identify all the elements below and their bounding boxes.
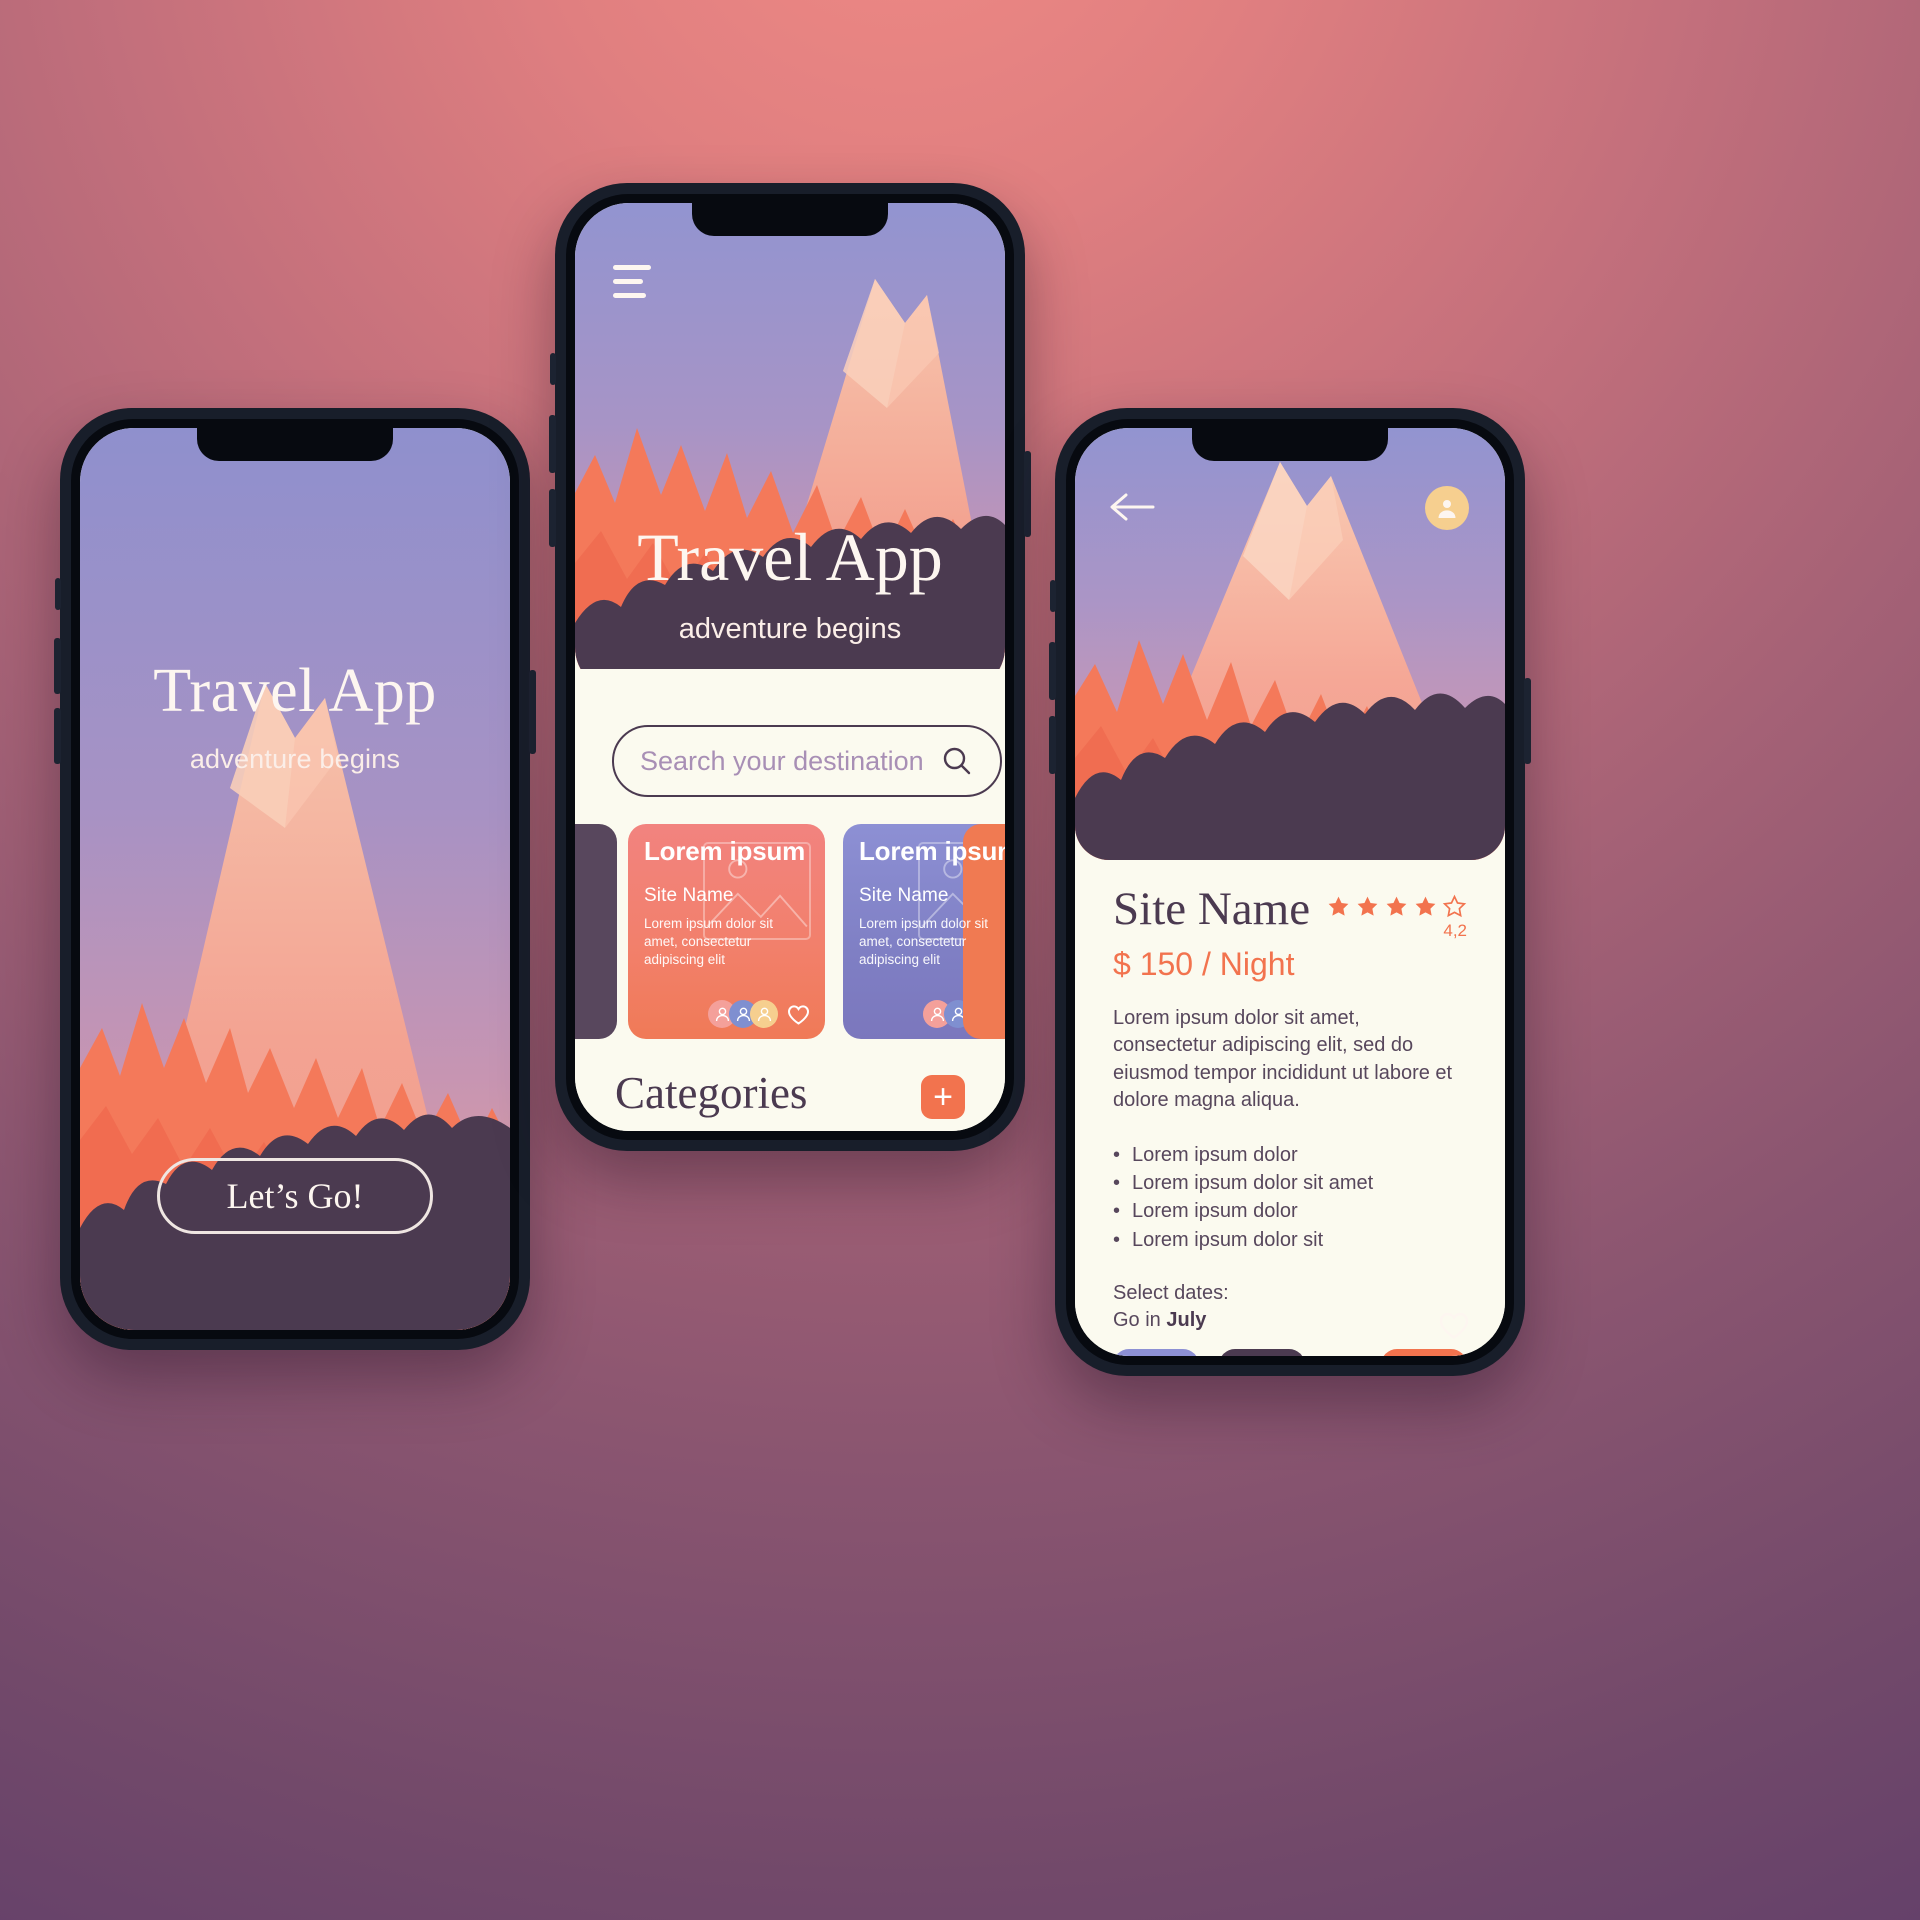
go-in-month: July	[1166, 1308, 1207, 1331]
star-filled-icon	[1357, 896, 1378, 916]
card-lorem-title: Lorem ipsum	[859, 836, 1005, 866]
carousel-dot[interactable]	[1322, 1329, 1330, 1336]
carousel-dot-active[interactable]	[1232, 1329, 1240, 1336]
mockup-canvas: Travel App adventure begins Let’s Go! Tr…	[0, 0, 1920, 1920]
destination-card-carousel[interactable]: Lorem ipsum Site Name Lorem ipsum dolor …	[575, 824, 1005, 1039]
heart-icon[interactable]	[786, 1002, 811, 1027]
lets-go-button[interactable]: Let’s Go!	[157, 1158, 433, 1234]
rating-value: 4,2	[1443, 921, 1467, 940]
list-item: Lorem ipsum dolor sit amet	[1113, 1169, 1467, 1198]
date-selector-row: July 12 July 23	[1113, 1348, 1467, 1356]
rating-block: 4,2	[1326, 886, 1467, 941]
carousel-dots[interactable]	[1232, 1329, 1348, 1336]
carousel-dot[interactable]	[1268, 1329, 1276, 1336]
card-description: Lorem ipsum dolor sit amet, consectetur …	[644, 916, 774, 967]
card-footer	[628, 1000, 811, 1028]
profile-avatar[interactable]	[1425, 486, 1469, 530]
date-start-picker[interactable]: July 12	[1113, 1348, 1199, 1356]
phone2-volume-down-button[interactable]	[549, 489, 556, 547]
phone1-volume-up-button[interactable]	[54, 638, 61, 694]
phone1-notch	[197, 428, 393, 461]
feature-list: Lorem ipsum dolor Lorem ipsum dolor sit …	[1113, 1141, 1467, 1255]
user-icon[interactable]	[1381, 1348, 1467, 1356]
card-lorem-title: Lorem ipsum	[644, 836, 806, 866]
calendar-icon[interactable]	[1219, 1348, 1305, 1356]
date-end-picker[interactable]: July 23	[1219, 1348, 1305, 1356]
go-in-prefix: Go in	[1113, 1308, 1167, 1331]
star-filled-icon	[1386, 896, 1407, 916]
phone3-volume-up-button[interactable]	[1049, 642, 1056, 700]
heart-icon[interactable]	[1437, 1308, 1471, 1342]
hamburger-bar-1	[613, 265, 651, 270]
hamburger-bar-2	[613, 279, 643, 284]
calendar-icon[interactable]	[1113, 1348, 1199, 1356]
detail-title-row: Site Name 4,2	[1113, 886, 1467, 941]
select-dates-label: Select dates:	[1113, 1282, 1229, 1305]
phone2-mute-button[interactable]	[550, 353, 556, 385]
star-rating	[1326, 894, 1467, 919]
phone-home-screen: Travel App adventure begins Search your …	[549, 183, 1031, 1151]
star-filled-icon	[1328, 896, 1349, 916]
star-filled-icon	[1415, 896, 1436, 916]
list-item: Lorem ipsum dolor sit	[1113, 1226, 1467, 1255]
detail-description: Lorem ipsum dolor sit amet, consectetur …	[1113, 1007, 1453, 1112]
search-input[interactable]: Search your destination	[612, 725, 1002, 797]
home-content: Search your destination Lorem ipsum Site…	[575, 669, 1005, 1131]
phone-detail-screen: Site Name 4,2 $ 150 / Night Lorem ipsum …	[1049, 408, 1531, 1376]
home-tagline: adventure begins	[678, 613, 902, 645]
plus-icon[interactable]: +	[921, 1075, 965, 1119]
phone1-power-button[interactable]	[529, 670, 536, 754]
card-peek-left[interactable]	[575, 824, 617, 1039]
detail-content: Site Name 4,2 $ 150 / Night Lorem ipsum …	[1075, 860, 1505, 1356]
home-screen: Travel App adventure begins Search your …	[575, 203, 1005, 1131]
phone3-power-button[interactable]	[1524, 678, 1531, 764]
hamburger-icon[interactable]	[613, 265, 651, 298]
site-name-title: Site Name	[1113, 883, 1311, 935]
card-site-name: Site Name	[644, 885, 734, 907]
card-avatar-group	[708, 1000, 778, 1028]
price-label: $ 150 / Night	[1113, 946, 1295, 982]
guests-picker[interactable]: 2 adults	[1381, 1348, 1467, 1356]
phone3-volume-down-button[interactable]	[1049, 716, 1056, 774]
home-title: Travel App	[637, 519, 943, 595]
welcome-screen: Travel App adventure begins Let’s Go!	[80, 428, 510, 1330]
phone3-notch	[1192, 428, 1388, 461]
list-item: Lorem ipsum dolor	[1113, 1141, 1467, 1170]
card-description: Lorem ipsum dolor sit amet, consectetur …	[859, 916, 989, 967]
card-site-name: Site Name	[859, 885, 949, 907]
carousel-dot[interactable]	[1340, 1329, 1348, 1336]
hamburger-bar-3	[613, 293, 647, 298]
phone3-mute-button[interactable]	[1050, 580, 1056, 612]
user-icon	[1438, 500, 1456, 518]
list-item: Lorem ipsum dolor	[1113, 1197, 1467, 1226]
phone2-notch	[692, 203, 888, 236]
carousel-dot[interactable]	[1304, 1329, 1312, 1336]
welcome-title: Travel App	[153, 657, 437, 725]
carousel-dot[interactable]	[1286, 1329, 1294, 1336]
destination-card[interactable]: Lorem ipsum Site Name Lorem ipsum dolor …	[628, 824, 825, 1039]
phone-welcome-screen: Travel App adventure begins Let’s Go!	[54, 408, 536, 1350]
search-placeholder: Search your destination	[640, 745, 924, 776]
detail-screen: Site Name 4,2 $ 150 / Night Lorem ipsum …	[1075, 428, 1505, 1356]
phone1-mute-button[interactable]	[55, 578, 61, 610]
back-arrow-icon[interactable]	[1109, 492, 1155, 522]
carousel-dot[interactable]	[1250, 1329, 1258, 1336]
phone2-volume-up-button[interactable]	[549, 415, 556, 473]
phone2-power-button[interactable]	[1024, 451, 1031, 537]
categories-heading: Categories	[615, 1068, 808, 1118]
search-icon[interactable]	[940, 744, 974, 778]
star-outline-icon	[1442, 894, 1467, 918]
avatar	[750, 1000, 778, 1028]
select-dates-block: Select dates: Go in July	[1113, 1280, 1467, 1333]
phone1-volume-down-button[interactable]	[54, 708, 61, 764]
welcome-tagline: adventure begins	[189, 744, 401, 774]
